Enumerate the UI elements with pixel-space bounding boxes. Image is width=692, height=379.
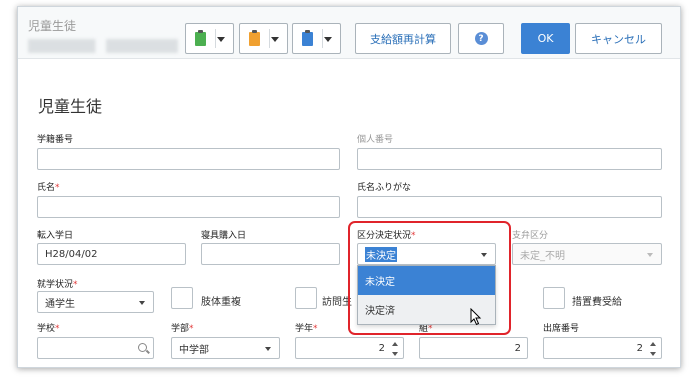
chevron-down-icon[interactable]	[217, 37, 225, 42]
transfer-date-input[interactable]: H28/04/02	[37, 243, 186, 265]
enroll-value: 通学生	[45, 298, 75, 310]
doc-button-orange[interactable]	[239, 23, 288, 54]
limb-label: 肢体重複	[201, 297, 241, 308]
payment-value: 未定_不明	[520, 250, 565, 262]
chevron-down-icon[interactable]	[324, 37, 332, 42]
name-input[interactable]	[37, 196, 340, 218]
dept-label: 学部*	[171, 324, 194, 334]
clipboard-blue-icon	[302, 30, 313, 46]
grade-stepper[interactable]: 2	[295, 337, 404, 359]
clipboard-green-icon	[195, 30, 206, 46]
form-title: 児童生徒	[38, 97, 103, 116]
payment-label: 支弁区分	[512, 231, 549, 241]
payment-select[interactable]: 未定_不明	[512, 243, 662, 265]
attendance-stepper[interactable]: 2	[543, 337, 662, 359]
visit-checkbox[interactable]	[295, 287, 317, 309]
clipboard-orange-icon	[249, 30, 260, 46]
student-no-label: 学籍番号	[37, 135, 74, 145]
measure-label: 措置費受給	[572, 297, 622, 308]
cancel-button[interactable]: キャンセル	[575, 23, 662, 54]
enroll-label: 就学状況*	[37, 280, 78, 290]
chevron-down-icon	[139, 301, 145, 305]
bedding-date-label: 寝具購入日	[201, 231, 247, 241]
student-dialog: 児童生徒 支給額再計算 ? OK キャンセル 児童生徒 学籍番号 個人番号 氏名…	[17, 6, 681, 368]
name-label: 氏名*	[37, 183, 60, 193]
grade-value: 2	[378, 343, 385, 354]
dept-select[interactable]: 中学部	[171, 337, 280, 359]
window-title: 児童生徒	[28, 19, 77, 33]
enroll-select[interactable]: 通学生	[37, 291, 154, 313]
dialog-header: 児童生徒 支給額再計算 ? OK キャンセル	[18, 7, 680, 59]
help-button[interactable]: ?	[458, 23, 504, 54]
search-icon[interactable]	[138, 343, 147, 352]
student-no-input[interactable]	[37, 148, 340, 170]
doc-button-green[interactable]	[185, 23, 234, 54]
bedding-date-input[interactable]	[201, 243, 340, 265]
chevron-down-icon	[647, 253, 653, 257]
ok-button[interactable]: OK	[521, 23, 570, 54]
name-kana-label: 氏名ふりがな	[357, 183, 412, 193]
measure-checkbox[interactable]	[543, 287, 565, 309]
doc-button-blue[interactable]	[292, 23, 341, 54]
school-input[interactable]	[37, 337, 154, 359]
limb-checkbox[interactable]	[171, 287, 193, 309]
name-kana-input[interactable]	[357, 196, 662, 218]
personal-no-label: 個人番号	[357, 135, 394, 145]
chevron-down-icon[interactable]	[271, 37, 279, 42]
school-label: 学校*	[37, 324, 60, 334]
class-value: 2	[514, 343, 521, 354]
class-input[interactable]: 2	[419, 337, 528, 359]
stepper-arrows-icon[interactable]	[650, 342, 656, 356]
chevron-down-icon	[265, 347, 271, 351]
mouse-cursor-icon	[470, 308, 482, 326]
recalc-button[interactable]: 支給額再計算	[355, 23, 451, 54]
status-option-undecided[interactable]: 未決定	[358, 266, 495, 295]
redacted-subtitle	[28, 39, 178, 53]
stepper-arrows-icon[interactable]	[392, 342, 398, 356]
help-icon: ?	[474, 32, 488, 45]
attendance-value: 2	[636, 343, 643, 354]
dept-value: 中学部	[179, 344, 209, 356]
personal-no-input[interactable]	[357, 148, 662, 170]
attendance-label: 出席番号	[543, 324, 580, 334]
transfer-date-label: 転入学日	[37, 231, 74, 241]
grade-label: 学年*	[295, 324, 318, 334]
